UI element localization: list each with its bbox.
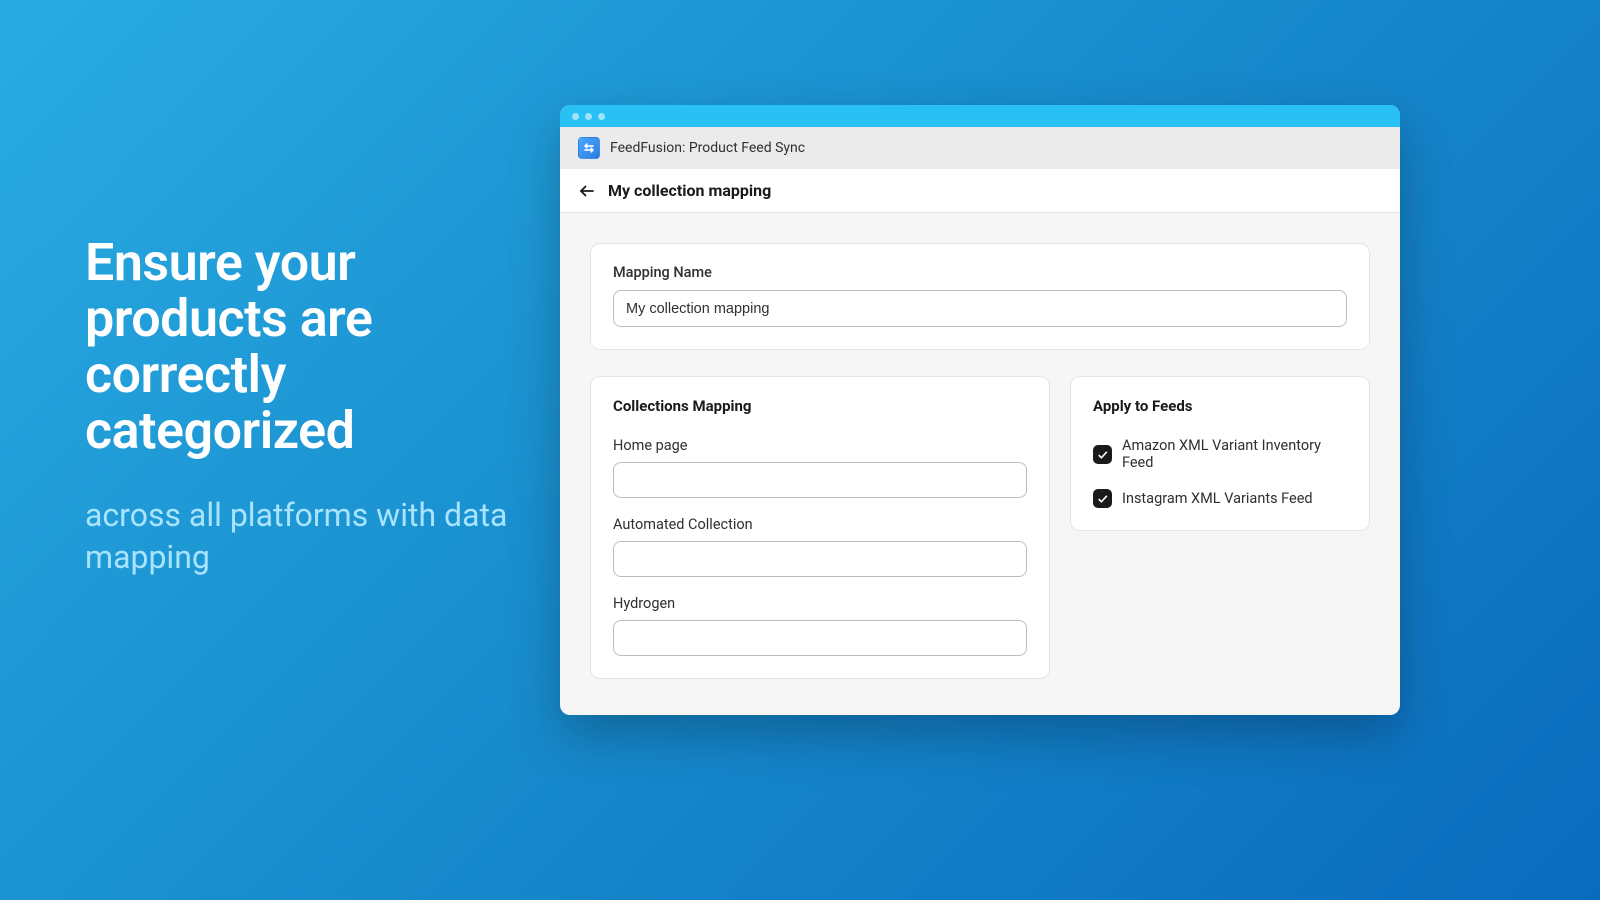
mapping-item-label: Home page (613, 437, 1027, 454)
mapping-item: Automated Collection (613, 516, 1027, 577)
feed-checkbox[interactable] (1093, 445, 1112, 464)
app-header: ⇆ FeedFusion: Product Feed Sync (560, 127, 1400, 169)
mapping-name-card: Mapping Name (590, 243, 1370, 350)
mapping-name-input[interactable] (613, 290, 1347, 327)
feed-checkbox[interactable] (1093, 489, 1112, 508)
window-titlebar (560, 105, 1400, 127)
feed-label: Amazon XML Variant Inventory Feed (1122, 437, 1347, 471)
mapping-item-input[interactable] (613, 541, 1027, 577)
window-control-dot[interactable] (585, 113, 592, 120)
mapping-item-label: Automated Collection (613, 516, 1027, 533)
feed-row: Instagram XML Variants Feed (1093, 489, 1347, 508)
marketing-headline: Ensure your products are correctly categ… (85, 235, 515, 460)
window-control-dot[interactable] (572, 113, 579, 120)
page-content: Mapping Name Collections Mapping Home pa… (560, 213, 1400, 715)
mapping-name-label: Mapping Name (613, 264, 1347, 281)
page-header: My collection mapping (560, 169, 1400, 213)
back-arrow-icon[interactable] (578, 182, 596, 200)
feed-label: Instagram XML Variants Feed (1122, 490, 1313, 507)
marketing-block: Ensure your products are correctly categ… (85, 235, 515, 578)
mapping-item-label: Hydrogen (613, 595, 1027, 612)
marketing-subline: across all platforms with data mapping (85, 494, 515, 578)
feed-row: Amazon XML Variant Inventory Feed (1093, 437, 1347, 471)
mapping-item: Hydrogen (613, 595, 1027, 656)
page-title: My collection mapping (608, 181, 771, 200)
app-window: ⇆ FeedFusion: Product Feed Sync My colle… (560, 105, 1400, 715)
app-logo-icon: ⇆ (578, 137, 600, 159)
collections-mapping-title: Collections Mapping (613, 397, 1027, 415)
mapping-item-input[interactable] (613, 462, 1027, 498)
mapping-item-input[interactable] (613, 620, 1027, 656)
collections-mapping-card: Collections Mapping Home page Automated … (590, 376, 1050, 679)
app-title: FeedFusion: Product Feed Sync (610, 140, 805, 156)
apply-to-feeds-card: Apply to Feeds Amazon XML Variant Invent… (1070, 376, 1370, 531)
apply-to-feeds-title: Apply to Feeds (1093, 397, 1347, 415)
window-control-dot[interactable] (598, 113, 605, 120)
mapping-item: Home page (613, 437, 1027, 498)
